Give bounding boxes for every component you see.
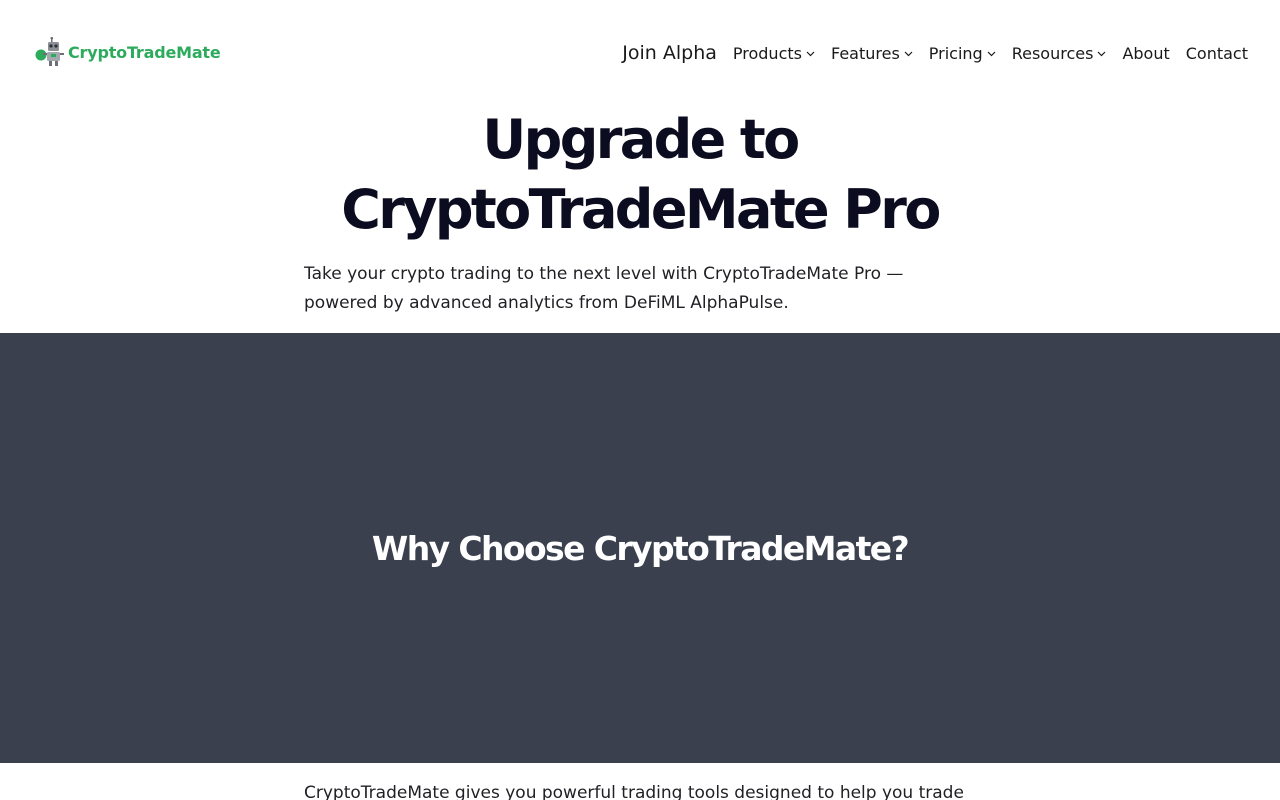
hero-title-line-1: Upgrade to <box>482 108 800 171</box>
page: CryptoTradeMate Join Alpha Products Feat… <box>0 0 1280 800</box>
chevron-down-icon <box>904 51 913 57</box>
nav-item-contact[interactable]: Contact <box>1186 44 1248 63</box>
brand-logo-link[interactable]: CryptoTradeMate <box>34 37 221 67</box>
brand-name: CryptoTradeMate <box>68 42 221 62</box>
hero-title-line-2: CryptoTradeMate Pro <box>341 178 941 241</box>
chevron-down-icon <box>1098 51 1106 57</box>
site-header: CryptoTradeMate Join Alpha Products Feat… <box>0 0 1280 106</box>
nav-item-resources[interactable]: Resources <box>1012 44 1107 63</box>
nav-item-label: Products <box>732 43 802 63</box>
nav-item-pricing[interactable]: Pricing <box>929 44 996 63</box>
nav-item-about[interactable]: About <box>1122 44 1169 63</box>
why-choose-heading: Why Choose CryptoTradeMate? <box>371 529 910 568</box>
main-nav: Join Alpha Products Features Pricing Res… <box>622 40 1248 66</box>
nav-item-label: Resources <box>1011 43 1094 63</box>
nav-item-label: Features <box>830 43 900 63</box>
hero-title: Upgrade to CryptoTradeMate Pro <box>0 105 1280 245</box>
robot-icon <box>35 37 64 66</box>
nav-item-products[interactable]: Products <box>733 44 815 63</box>
chevron-down-icon <box>806 51 815 57</box>
nav-join-alpha[interactable]: Join Alpha <box>622 42 717 64</box>
hero-subtitle: Take your crypto trading to the next lev… <box>304 264 904 313</box>
section-body-text: CryptoTradeMate gives you powerful tradi… <box>304 783 964 800</box>
nav-item-label: Pricing <box>928 43 983 63</box>
chevron-down-icon <box>987 51 996 57</box>
nav-item-features[interactable]: Features <box>831 44 913 63</box>
